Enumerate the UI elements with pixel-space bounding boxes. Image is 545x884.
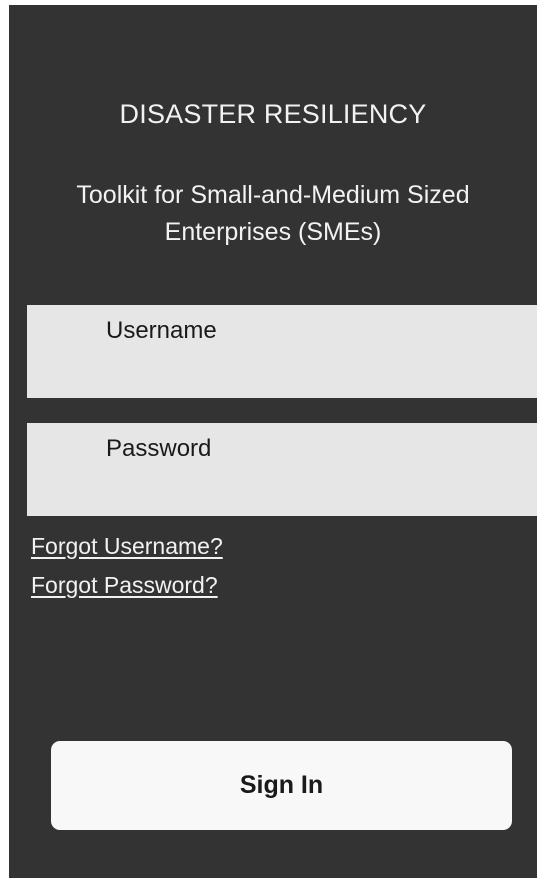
- login-screen: DISASTER RESILIENCY Toolkit for Small-an…: [9, 5, 537, 878]
- app-subtitle: Toolkit for Small-and-Medium Sized Enter…: [76, 181, 470, 246]
- forgot-username-link[interactable]: Forgot Username?: [31, 533, 223, 560]
- sign-in-button[interactable]: Sign In: [51, 741, 512, 830]
- app-title: DISASTER RESILIENCY: [119, 99, 427, 129]
- username-input[interactable]: Username: [27, 305, 537, 398]
- forgot-password-link[interactable]: Forgot Password?: [31, 572, 218, 599]
- password-input[interactable]: Password: [27, 423, 537, 516]
